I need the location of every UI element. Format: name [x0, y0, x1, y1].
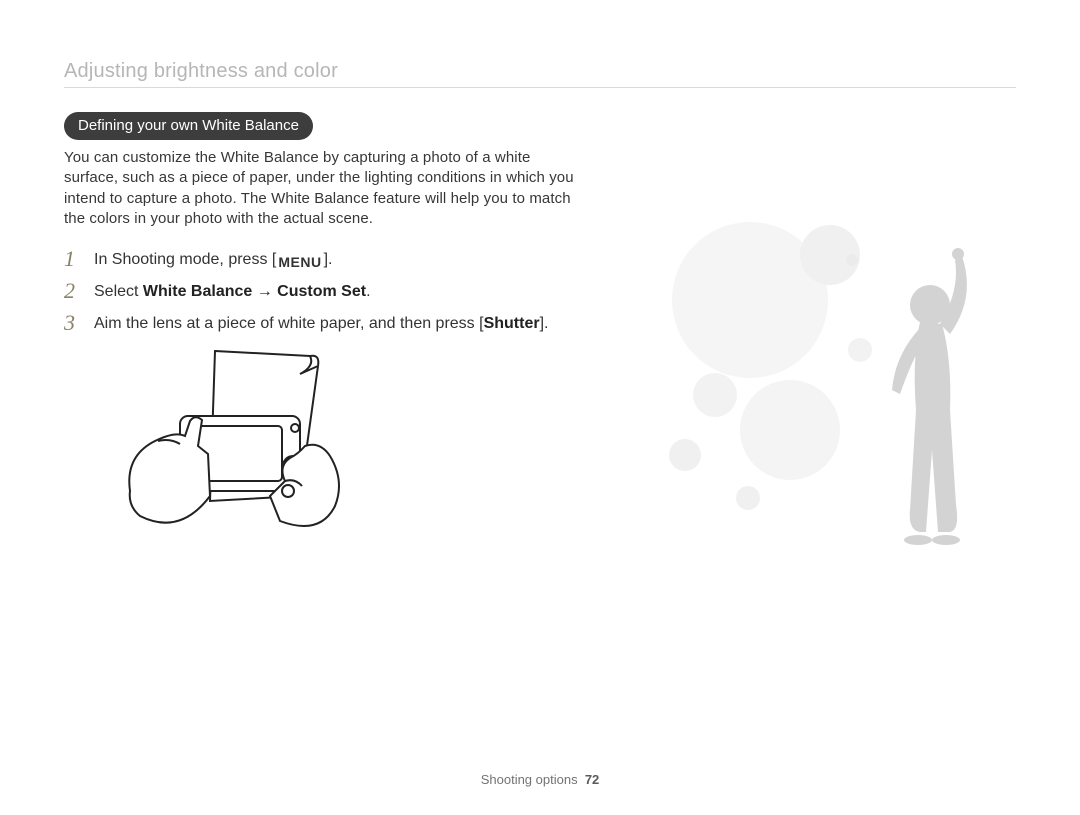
section-title: Adjusting brightness and color [64, 60, 1016, 83]
step-text: Aim the lens at a piece of white paper, … [94, 311, 548, 335]
step-text-post: ]. [540, 315, 549, 332]
step-text-bold: Shutter [484, 315, 540, 332]
step-2: 2 Select White Balance → Custom Set. [64, 279, 604, 303]
step-text-pre: In Shooting mode, press [ [94, 251, 276, 268]
step-text-pre: Select [94, 283, 143, 300]
child-silhouette-icon [892, 248, 967, 545]
step-number: 2 [64, 279, 82, 303]
section-rule [64, 87, 1016, 88]
bubbles-icon [669, 222, 872, 510]
step-text: Select White Balance → Custom Set. [94, 279, 371, 303]
subsection-heading: Defining your own White Balance [64, 112, 313, 140]
step-number: 3 [64, 311, 82, 335]
menu-icon: MENU [278, 253, 321, 271]
step-text-post: . [366, 283, 370, 300]
manual-page: Adjusting brightness and color Defining … [0, 0, 1080, 815]
step-text-bold: White Balance → Custom Set [143, 283, 366, 300]
background-art [620, 200, 1040, 620]
step-1: 1 In Shooting mode, press [MENU]. [64, 247, 604, 271]
step-number: 1 [64, 247, 82, 271]
page-footer: Shooting options 72 [0, 772, 1080, 787]
camera-paper-svg [120, 346, 350, 566]
footer-page-number: 72 [585, 772, 599, 787]
step-text-pre: Aim the lens at a piece of white paper, … [94, 315, 484, 332]
step-text-post: ]. [324, 251, 333, 268]
intro-paragraph: You can customize the White Balance by c… [64, 148, 584, 229]
step-3: 3 Aim the lens at a piece of white paper… [64, 311, 604, 335]
step-text: In Shooting mode, press [MENU]. [94, 247, 332, 271]
footer-label: Shooting options [481, 772, 578, 787]
steps-list: 1 In Shooting mode, press [MENU]. 2 Sele… [64, 247, 604, 336]
